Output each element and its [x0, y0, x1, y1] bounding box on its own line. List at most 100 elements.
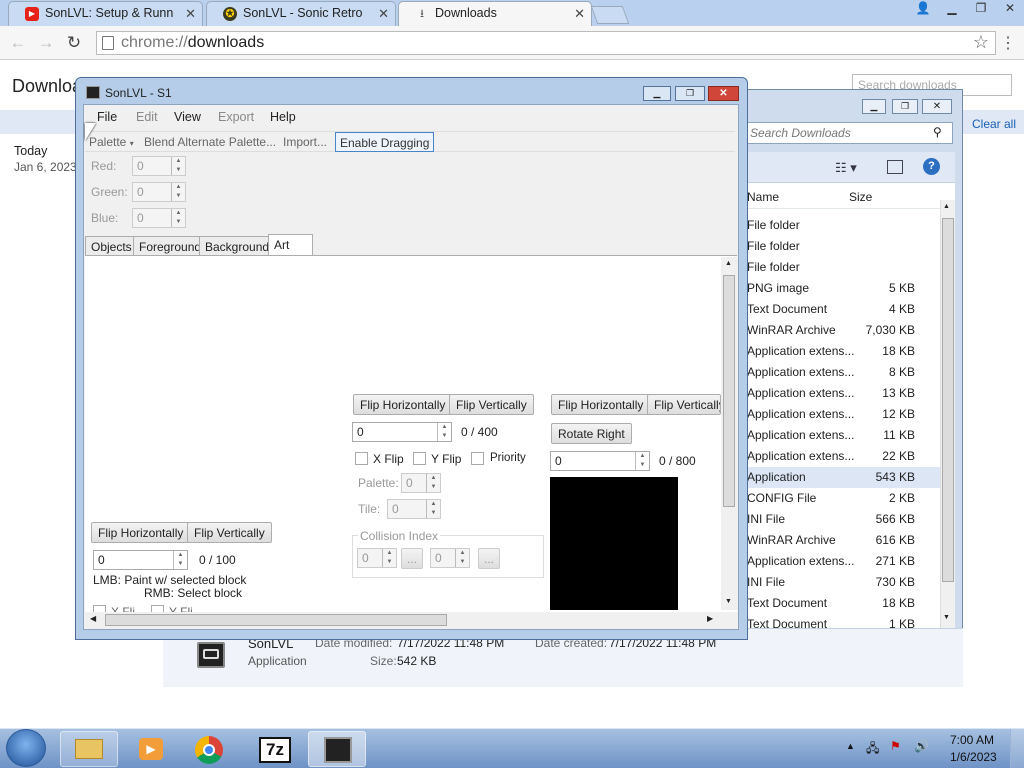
art-hscroll[interactable]: ◀ ▶: [85, 612, 721, 628]
table-row[interactable]: Application extens... 11 KB: [745, 425, 955, 446]
spin-icon[interactable]: ▲ ▼: [437, 423, 451, 441]
clock-time[interactable]: 7:00 AM: [950, 733, 994, 747]
help-icon[interactable]: ?: [923, 158, 940, 175]
show-hidden-icons-icon[interactable]: ▲: [846, 741, 855, 751]
tab-close-icon[interactable]: ✕: [378, 6, 389, 22]
scroll-down-icon[interactable]: ▼: [943, 614, 950, 621]
volume-icon[interactable]: 🔊: [914, 739, 929, 753]
collision1-stepper[interactable]: 0 ▲ ▼: [357, 548, 397, 568]
taskbar-chrome[interactable]: [180, 731, 238, 767]
menu-edit[interactable]: Edit: [136, 110, 158, 124]
table-row[interactable]: Text Document 4 KB: [745, 299, 955, 320]
tab-sonic-retro[interactable]: ✪ SonLVL - Sonic Retro ✕: [206, 1, 396, 26]
block-flip-horizontal-button[interactable]: Flip Horizontally: [91, 522, 191, 543]
spin-icon[interactable]: ▲ ▼: [171, 209, 185, 227]
table-row[interactable]: Application extens... 13 KB: [745, 383, 955, 404]
tab-foreground[interactable]: Foreground: [133, 236, 207, 256]
menu-export[interactable]: Export: [218, 110, 254, 124]
chunk-index-stepper[interactable]: 0 ▲ ▼: [352, 422, 452, 442]
import-button[interactable]: Import...: [283, 135, 327, 149]
green-stepper[interactable]: 0 ▲ ▼: [132, 182, 186, 202]
table-row[interactable]: WinRAR Archive 7,030 KB: [745, 320, 955, 341]
table-row[interactable]: Application 543 KB: [745, 467, 955, 488]
explorer-search-input[interactable]: Search Downloads: [745, 122, 953, 144]
rotate-right-button[interactable]: Rotate Right: [551, 423, 632, 444]
tab-background[interactable]: Background: [199, 236, 275, 256]
tab-downloads[interactable]: ⭳ Downloads ✕: [398, 1, 592, 26]
sonlvl-minimize-icon[interactable]: ▁: [643, 86, 671, 101]
spin-icon[interactable]: ▲ ▼: [635, 452, 649, 470]
reload-icon[interactable]: ↻: [64, 33, 84, 53]
tile-index-stepper[interactable]: 0 ▲ ▼: [550, 451, 650, 471]
tab-sonlvl-setup[interactable]: ▶ SonLVL: Setup & Runn ✕: [8, 1, 203, 26]
forward-icon[interactable]: →: [36, 33, 56, 53]
table-row[interactable]: WinRAR Archive 616 KB: [745, 530, 955, 551]
tab-close-icon[interactable]: ✕: [185, 6, 196, 22]
tab-objects[interactable]: Objects: [85, 236, 137, 256]
taskbar-media-player[interactable]: ▶: [122, 731, 180, 767]
chunk-flip-horizontal-button[interactable]: Flip Horizontally: [353, 394, 453, 415]
spin-icon[interactable]: ▲ ▼: [426, 500, 440, 518]
table-row[interactable]: CONFIG File 2 KB: [745, 488, 955, 509]
start-orb-icon[interactable]: [6, 729, 46, 767]
explorer-maximize-icon[interactable]: ❐: [892, 99, 918, 114]
clock-date[interactable]: 1/6/2023: [950, 750, 997, 764]
back-icon[interactable]: ←: [8, 33, 28, 53]
tab-close-icon[interactable]: ✕: [574, 6, 585, 22]
column-size[interactable]: Size: [849, 190, 872, 204]
sonlvl-maximize-icon[interactable]: ❐: [675, 86, 705, 101]
scroll-right-icon[interactable]: ▶: [707, 614, 713, 623]
chrome-menu-icon[interactable]: ⋮: [1000, 33, 1016, 53]
bookmark-star-icon[interactable]: ☆: [973, 32, 989, 53]
clear-all-link[interactable]: Clear all: [972, 117, 1016, 131]
blend-palette-button[interactable]: Blend Alternate Palette...: [144, 135, 276, 149]
tab-art[interactable]: Art: [268, 234, 313, 256]
block-xflip-checkbox[interactable]: [93, 605, 106, 612]
blue-stepper[interactable]: 0 ▲ ▼: [132, 208, 186, 228]
profile-icon[interactable]: 👤: [909, 0, 937, 18]
menu-view[interactable]: View: [174, 110, 201, 124]
explorer-close-icon[interactable]: ✕: [922, 99, 952, 114]
taskbar-7zip[interactable]: 7z: [246, 731, 304, 767]
red-stepper[interactable]: 0 ▲ ▼: [132, 156, 186, 176]
table-row[interactable]: INI File 566 KB: [745, 509, 955, 530]
table-row[interactable]: File folder: [745, 215, 955, 236]
restore-icon[interactable]: ❐: [967, 0, 995, 18]
scroll-thumb[interactable]: [105, 614, 447, 626]
table-row[interactable]: File folder: [745, 257, 955, 278]
close-icon[interactable]: ✕: [996, 0, 1024, 18]
block-flip-vertical-button[interactable]: Flip Vertically: [187, 522, 272, 543]
chunk-flip-vertical-button[interactable]: Flip Vertically: [449, 394, 534, 415]
tile-flip-vertical-button[interactable]: Flip Vertically: [647, 394, 721, 415]
sonlvl-close-icon[interactable]: ✕: [708, 86, 739, 101]
preview-pane-icon[interactable]: [887, 160, 903, 174]
show-desktop-button[interactable]: [1010, 729, 1024, 768]
spin-icon[interactable]: ▲ ▼: [173, 551, 187, 569]
block-yflip-checkbox[interactable]: [151, 605, 164, 612]
spin-icon[interactable]: ▲ ▼: [382, 549, 396, 567]
taskbar-sonlvl[interactable]: [308, 731, 366, 767]
column-name[interactable]: Name: [747, 190, 779, 204]
palette-stepper[interactable]: 0 ▲ ▼: [401, 473, 441, 493]
taskbar-explorer[interactable]: [60, 731, 118, 767]
spin-icon[interactable]: ▲ ▼: [426, 474, 440, 492]
explorer-scrollbar[interactable]: ▲ ▼: [940, 200, 955, 628]
action-center-icon[interactable]: ⚑: [890, 739, 901, 753]
table-row[interactable]: Text Document 18 KB: [745, 593, 955, 614]
enable-dragging-button[interactable]: Enable Dragging: [335, 132, 435, 152]
spin-icon[interactable]: ▲ ▼: [171, 183, 185, 201]
new-tab-button[interactable]: [590, 6, 630, 24]
collision2-browse-button[interactable]: ...: [478, 548, 500, 569]
scroll-up-icon[interactable]: ▲: [725, 260, 732, 267]
table-row[interactable]: Application extens... 22 KB: [745, 446, 955, 467]
table-row[interactable]: File folder: [745, 236, 955, 257]
tile-flip-horizontal-button[interactable]: Flip Horizontally: [551, 394, 651, 415]
menu-file[interactable]: File: [97, 110, 117, 124]
art-vscroll[interactable]: ▲ ▼: [721, 257, 737, 610]
minimize-icon[interactable]: ▁: [938, 0, 966, 18]
tile-stepper[interactable]: 0 ▲ ▼: [387, 499, 441, 519]
address-bar[interactable]: chrome://downloads ☆: [96, 31, 996, 55]
table-row[interactable]: PNG image 5 KB: [745, 278, 955, 299]
xflip-checkbox[interactable]: [355, 452, 368, 465]
spin-icon[interactable]: ▲ ▼: [171, 157, 185, 175]
